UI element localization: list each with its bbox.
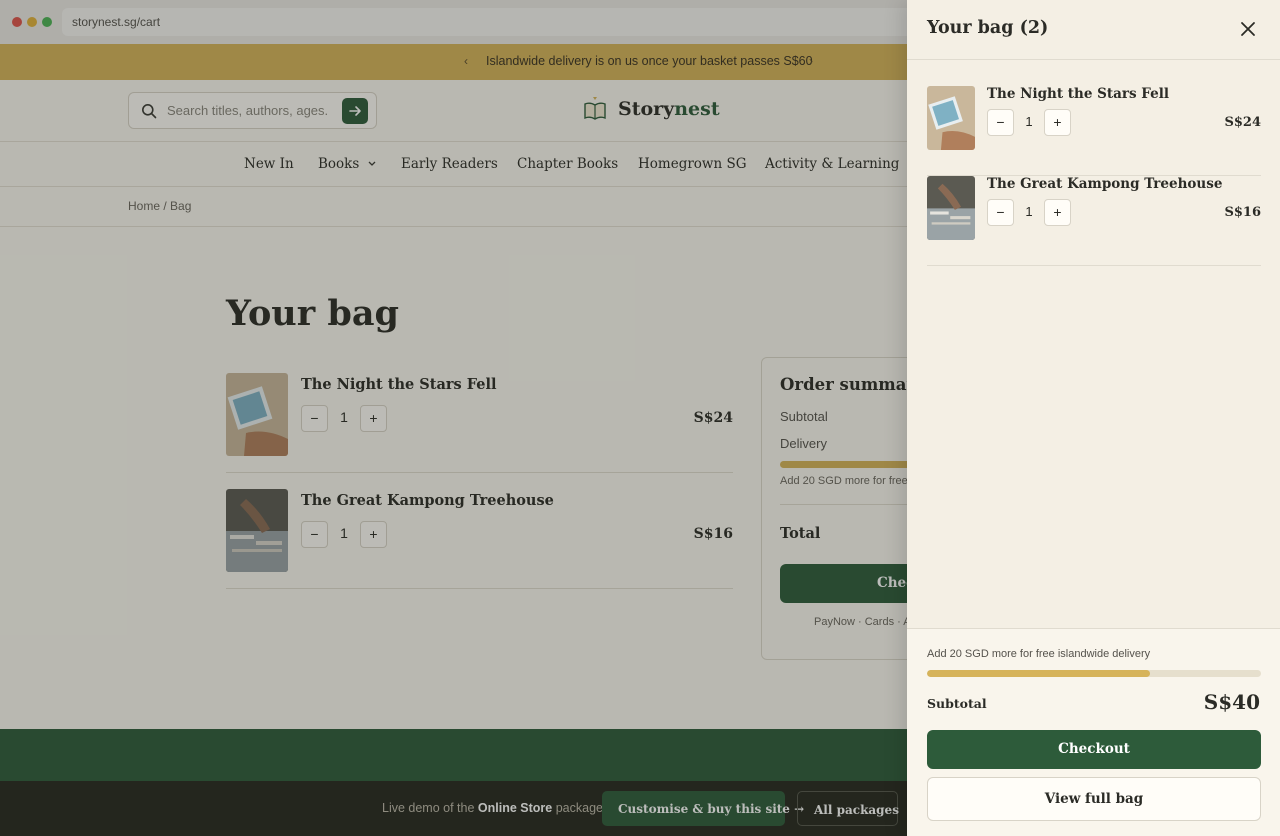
- free-delivery-note: Add 20 SGD more for free islandwide deli…: [927, 648, 1151, 660]
- drawer-item-price: S$24: [1224, 115, 1261, 130]
- drawer-item-title[interactable]: The Great Kampong Treehouse: [987, 176, 1222, 192]
- divider: [907, 59, 1280, 60]
- drawer-item-price: S$16: [1224, 205, 1261, 220]
- subtotal-value: S$40: [1203, 690, 1260, 714]
- checkout-button[interactable]: Checkout: [927, 730, 1261, 769]
- free-delivery-progress-bar: [927, 670, 1261, 677]
- close-icon[interactable]: [1240, 21, 1256, 37]
- decrease-quantity-button[interactable]: −: [987, 199, 1014, 226]
- drawer-title: Your bag (2): [927, 18, 1049, 38]
- view-full-bag-button[interactable]: View full bag: [927, 777, 1261, 821]
- subtotal-label: Subtotal: [927, 696, 987, 711]
- cart-drawer: Your bag (2) The Night the Stars Fell − …: [907, 0, 1280, 836]
- book-cover-image[interactable]: [927, 176, 975, 240]
- drawer-item-title[interactable]: The Night the Stars Fell: [987, 86, 1169, 102]
- drawer-item-row: The Great Kampong Treehouse − 1 + S$16: [927, 176, 1261, 266]
- free-delivery-progress-fill: [927, 670, 1150, 677]
- book-cover-image[interactable]: [927, 86, 975, 150]
- decrease-quantity-button[interactable]: −: [987, 109, 1014, 136]
- drawer-item-row: The Night the Stars Fell − 1 + S$24: [927, 86, 1261, 176]
- drawer-footer: Add 20 SGD more for free islandwide deli…: [907, 628, 1280, 836]
- increase-quantity-button[interactable]: +: [1044, 199, 1071, 226]
- increase-quantity-button[interactable]: +: [1044, 109, 1071, 136]
- quantity-value: 1: [1025, 114, 1033, 129]
- quantity-value: 1: [1025, 204, 1033, 219]
